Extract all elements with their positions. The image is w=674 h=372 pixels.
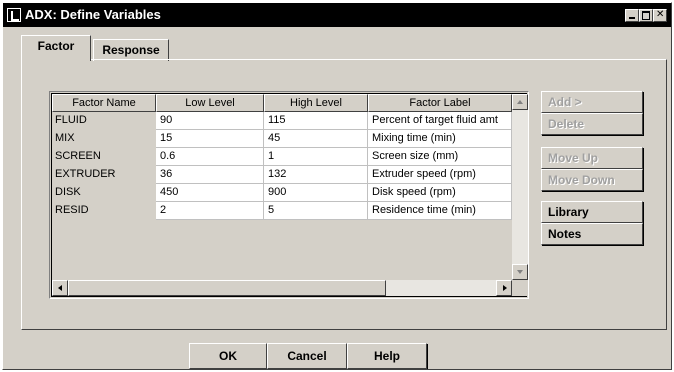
close-icon[interactable] [653, 9, 667, 22]
window-title: ADX: Define Variables [25, 7, 161, 22]
tab-factor[interactable]: Factor [21, 35, 91, 61]
define-variables-window: ADX: Define Variables Factor Response Fa… [2, 2, 672, 370]
app-icon[interactable] [7, 8, 21, 22]
maximize-icon[interactable] [639, 9, 653, 22]
title-bar[interactable]: ADX: Define Variables [3, 3, 671, 27]
minimize-icon[interactable] [625, 9, 639, 22]
help-button[interactable]: Help [347, 343, 427, 369]
ok-button[interactable]: OK [189, 343, 267, 369]
tab-panel [21, 59, 667, 330]
tab-response[interactable]: Response [93, 39, 169, 61]
cancel-button[interactable]: Cancel [267, 343, 347, 369]
